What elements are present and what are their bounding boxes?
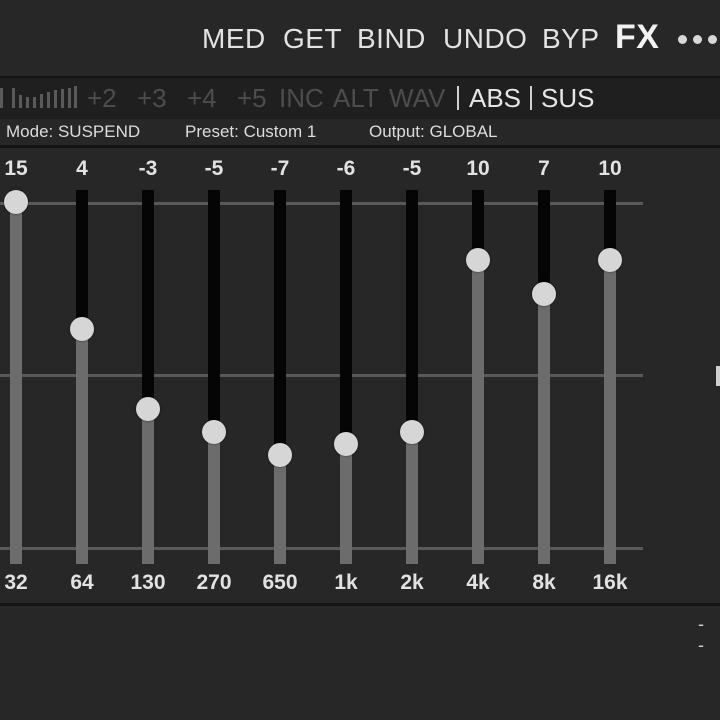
equalizer-panel: 15 32 4 64 -3 130 -5 270 -7 650 -6 1k -5 2k 10 4k 7 8k 10 1…: [0, 148, 720, 603]
slider-knob[interactable]: [268, 443, 292, 467]
band-frequency-label: 1k: [334, 571, 358, 594]
eq-band-2k[interactable]: -5 2k: [392, 148, 432, 603]
preset-status[interactable]: Preset: Custom 1: [185, 121, 316, 143]
band-gain-label: 10: [598, 157, 622, 180]
band-frequency-label: 32: [4, 571, 28, 594]
mode-status[interactable]: Mode: SUSPEND: [6, 121, 140, 143]
separator: [457, 86, 459, 110]
slider-knob[interactable]: [70, 316, 94, 341]
band-frequency-label: 130: [130, 571, 166, 594]
step-plus2-button[interactable]: +2: [87, 80, 117, 116]
band-gain-label: -7: [270, 157, 290, 180]
slider-knob[interactable]: [466, 247, 490, 272]
step-plus4-button[interactable]: +4: [187, 80, 217, 116]
slider-knob[interactable]: [202, 420, 226, 444]
slider-fill: [538, 294, 550, 564]
slider-knob[interactable]: [598, 247, 622, 272]
inc-button[interactable]: INC: [279, 80, 324, 116]
eq-band-130[interactable]: -3 130: [128, 148, 168, 603]
slider-fill: [76, 328, 88, 564]
slider-fill: [208, 432, 220, 564]
bypass-button[interactable]: BYP: [542, 20, 600, 58]
slider-fill: [274, 455, 286, 564]
get-button[interactable]: GET: [283, 20, 342, 58]
slider-fill: [142, 409, 154, 564]
equalizer-screen: MED GET BIND UNDO BYP FX +2 +3 +4 +5 INC…: [0, 0, 720, 720]
bottom-divider: [0, 603, 720, 606]
slider-fill: [340, 443, 352, 564]
slider-fill: [406, 432, 418, 564]
undo-button[interactable]: UNDO: [443, 20, 527, 58]
slider-knob[interactable]: [136, 397, 160, 421]
fx-button[interactable]: FX: [615, 18, 659, 56]
alt-button[interactable]: ALT: [333, 80, 379, 116]
band-gain-label: 7: [538, 157, 550, 180]
band-gain-label: -3: [138, 157, 158, 180]
band-gain-label: -6: [336, 157, 356, 180]
output-status[interactable]: Output: GLOBAL: [369, 121, 498, 143]
bind-button[interactable]: BIND: [357, 20, 426, 58]
step-plus5-button[interactable]: +5: [237, 80, 267, 116]
band-gain-label: -5: [204, 157, 224, 180]
slider-knob[interactable]: [4, 190, 28, 214]
top-toolbar: MED GET BIND UNDO BYP FX: [0, 0, 720, 76]
band-frequency-label: 8k: [532, 571, 556, 594]
level-meter-icon[interactable]: [0, 86, 80, 108]
abs-button[interactable]: ABS: [469, 80, 521, 116]
band-frequency-label: 2k: [400, 571, 424, 594]
step-plus3-button[interactable]: +3: [137, 80, 167, 116]
band-frequency-label: 64: [70, 571, 94, 594]
eq-band-4k[interactable]: 10 4k: [458, 148, 498, 603]
med-button[interactable]: MED: [202, 20, 266, 58]
more-horizontal-icon[interactable]: [678, 20, 717, 58]
slider-knob[interactable]: [532, 282, 556, 306]
eq-band-650[interactable]: -7 650: [260, 148, 300, 603]
slider-knob[interactable]: [400, 420, 424, 444]
slider-fill: [604, 259, 616, 564]
band-frequency-label: 270: [196, 571, 232, 594]
band-gain-label: 10: [466, 157, 490, 180]
eq-band-1k[interactable]: -6 1k: [326, 148, 366, 603]
slider-fill: [472, 259, 484, 564]
panel-edge-marker: [716, 366, 720, 386]
eq-band-64[interactable]: 4 64: [62, 148, 102, 603]
band-frequency-label: 16k: [592, 571, 628, 594]
eq-band-270[interactable]: -5 270: [194, 148, 234, 603]
sus-button[interactable]: SUS: [541, 80, 594, 116]
slider-fill: [10, 202, 22, 564]
slider-knob[interactable]: [334, 431, 358, 456]
wav-button[interactable]: WAV: [389, 80, 445, 116]
band-gain-label: 15: [4, 157, 28, 180]
band-gain-label: -5: [402, 157, 422, 180]
more-indicator: - -: [698, 614, 706, 655]
separator: [530, 86, 532, 110]
band-frequency-label: 4k: [466, 571, 490, 594]
eq-band-16k[interactable]: 10 16k: [590, 148, 630, 603]
band-frequency-label: 650: [262, 571, 298, 594]
eq-band-32[interactable]: 15 32: [0, 148, 36, 603]
band-gain-label: 4: [76, 157, 88, 180]
eq-band-8k[interactable]: 7 8k: [524, 148, 564, 603]
